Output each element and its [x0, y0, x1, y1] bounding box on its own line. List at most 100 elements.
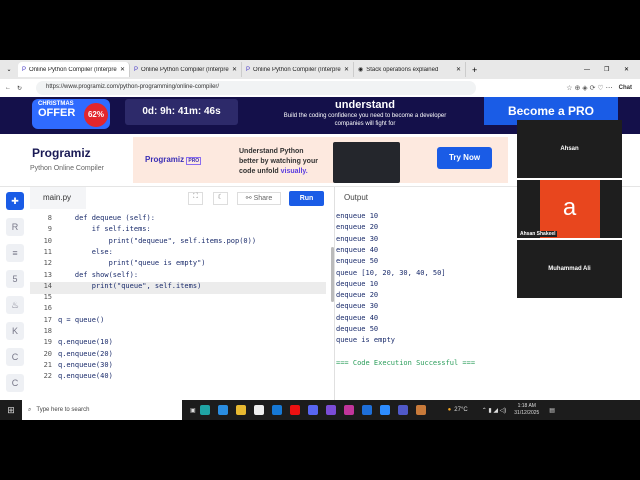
task-view-icon[interactable]: ▣ [190, 407, 196, 414]
code-line[interactable]: print("queue", self.items) [58, 282, 202, 290]
html-icon[interactable]: 5 [6, 270, 24, 288]
avatar: a [539, 180, 600, 238]
code-line[interactable]: q.enqueue(20) [58, 350, 113, 358]
app-icon[interactable] [361, 405, 372, 415]
database-icon[interactable]: ≡ [6, 244, 24, 262]
code-line[interactable]: q.enqueue(30) [58, 361, 113, 369]
line-number: 18 [43, 327, 52, 335]
output-line: dequeue 30 [336, 302, 379, 311]
run-button[interactable]: Run [289, 191, 324, 206]
line-number: 13 [43, 270, 52, 279]
line-number: 22 [43, 372, 52, 381]
line-number: 12 [43, 259, 52, 268]
output-line: dequeue 50 [336, 325, 379, 333]
taskbar: ⊞ ⌕ Type here to search ▣ ● 27°C ⌃ ▮ ◢ ◁)… [0, 400, 640, 420]
dark-mode-icon[interactable]: ☾ [213, 192, 228, 205]
try-now-button[interactable]: Try Now [437, 147, 492, 169]
output-line: dequeue 10 [336, 279, 379, 288]
participant-tile[interactable]: Ahsan [517, 120, 622, 178]
line-number: 15 [43, 293, 52, 302]
clock[interactable]: 1:18 AM 31/12/2025 [514, 403, 539, 417]
close-icon[interactable]: ✕ [120, 66, 125, 73]
output-line: enqueue 30 [336, 234, 379, 243]
code-line[interactable]: q = queue() [58, 316, 104, 324]
discord-icon[interactable] [307, 405, 318, 415]
tab-3[interactable]: P Online Python Compiler (Interpreter) ✕ [242, 62, 354, 77]
programiz-favicon-icon: P [246, 66, 251, 73]
app-icon[interactable] [325, 405, 336, 415]
tab-1[interactable]: P Online Python Compiler (Interpreter) ✕ [18, 62, 130, 77]
taskbar-search[interactable]: ⌕ Type here to search [22, 400, 182, 420]
participant-tile[interactable]: Muhammad Ali [517, 240, 622, 298]
windows-start-icon[interactable]: ⊞ [0, 405, 22, 416]
window-close-icon[interactable]: ✕ [624, 66, 640, 73]
close-icon[interactable]: ✕ [456, 66, 461, 73]
code-line[interactable]: print("queue is empty") [58, 259, 206, 267]
participant-tile[interactable]: a Ahsan Shakeel [517, 180, 622, 238]
line-number: 20 [43, 349, 52, 358]
url-field[interactable]: https://www.programiz.com/python-program… [36, 81, 476, 95]
fullscreen-icon[interactable]: ⛶ [188, 192, 203, 205]
output-line: dequeue 20 [336, 291, 379, 300]
refresh-icon[interactable]: ↻ [17, 85, 22, 92]
edge-icon[interactable] [217, 405, 228, 415]
search-icon: ⌕ [28, 406, 32, 413]
line-number: 8 [47, 214, 52, 222]
share-button[interactable]: ⚯ Share [237, 192, 281, 205]
tray-icons[interactable]: ⌃ ▮ ◢ ◁) [482, 407, 507, 414]
code-line[interactable]: print("dequeue", self.items.pop(0)) [58, 237, 257, 245]
programiz-logo[interactable]: Programiz [32, 146, 91, 160]
output-line: enqueue 10 [336, 212, 379, 220]
code-line[interactable]: def show(self): [58, 271, 138, 279]
tab-bar: ⌄ P Online Python Compiler (Interpreter) ✕… [0, 60, 640, 79]
code-line[interactable]: q.enqueue(10) [58, 338, 113, 346]
restore-icon[interactable]: ❐ [604, 66, 624, 73]
video-call-panel: Ahsan a Ahsan Shakeel Muhammad Ali [517, 120, 622, 300]
store-icon[interactable] [253, 405, 264, 415]
notification-icon[interactable]: ▤ [549, 407, 555, 414]
share-icon: ⚯ [245, 195, 252, 202]
zoom-icon[interactable] [379, 405, 390, 415]
code-line[interactable]: if self.items: [58, 225, 151, 233]
minimize-icon[interactable]: — [584, 67, 604, 73]
tab-2[interactable]: P Online Python Compiler (Interpreter) ✕ [130, 62, 242, 77]
onenote-icon[interactable] [343, 405, 354, 415]
tab-list-icon[interactable]: ⌄ [0, 66, 18, 73]
code-line[interactable]: else: [58, 248, 113, 256]
cpp-icon[interactable]: C [6, 374, 24, 392]
globe-icon: ◉ [358, 67, 364, 73]
line-number: 14 [43, 281, 52, 290]
line-number: 21 [43, 360, 52, 369]
kotlin-icon[interactable]: K [6, 322, 24, 340]
countdown-timer: 0d: 9h: 41m: 46s [125, 99, 238, 125]
weather-icon: ● [447, 407, 452, 413]
line-number: 19 [43, 338, 52, 347]
outlook-icon[interactable] [271, 405, 282, 415]
code-line[interactable]: def dequeue (self): [58, 214, 155, 222]
copilot-chat-button[interactable]: Chat [619, 85, 632, 91]
close-icon[interactable]: ✕ [344, 66, 349, 73]
c-language-icon[interactable]: C [6, 348, 24, 366]
file-explorer-icon[interactable] [235, 405, 246, 415]
tab-4[interactable]: ◉ Stack operations explained ✕ [354, 62, 466, 77]
ad-banner[interactable]: Programiz PRO Understand Python better by… [133, 137, 508, 183]
r-language-icon[interactable]: R [6, 218, 24, 236]
code-line[interactable]: q.enqueue(40) [58, 372, 113, 380]
line-number: 11 [43, 247, 52, 256]
close-icon[interactable]: ✕ [232, 66, 237, 73]
file-tab-main-py[interactable]: main.py [30, 187, 86, 209]
line-number: 10 [43, 236, 52, 245]
teams-icon[interactable] [397, 405, 408, 415]
output-label: Output [344, 193, 369, 202]
back-icon[interactable]: ← [5, 85, 11, 91]
output-line: === Code Execution Successful === [336, 358, 476, 367]
app-icon[interactable] [415, 405, 426, 415]
editor-scrollbar[interactable] [331, 247, 334, 302]
opera-icon[interactable] [289, 405, 300, 415]
python-icon[interactable]: ✚ [6, 192, 24, 210]
new-tab-icon[interactable]: + [472, 65, 477, 75]
programiz-favicon-icon: P [22, 66, 27, 73]
java-icon[interactable]: ♨ [6, 296, 24, 314]
toolbar-icons[interactable]: ☆ ⊕ ◈ ⟳ ♡ ⋯ [566, 84, 612, 92]
edge-icon[interactable] [199, 405, 210, 415]
